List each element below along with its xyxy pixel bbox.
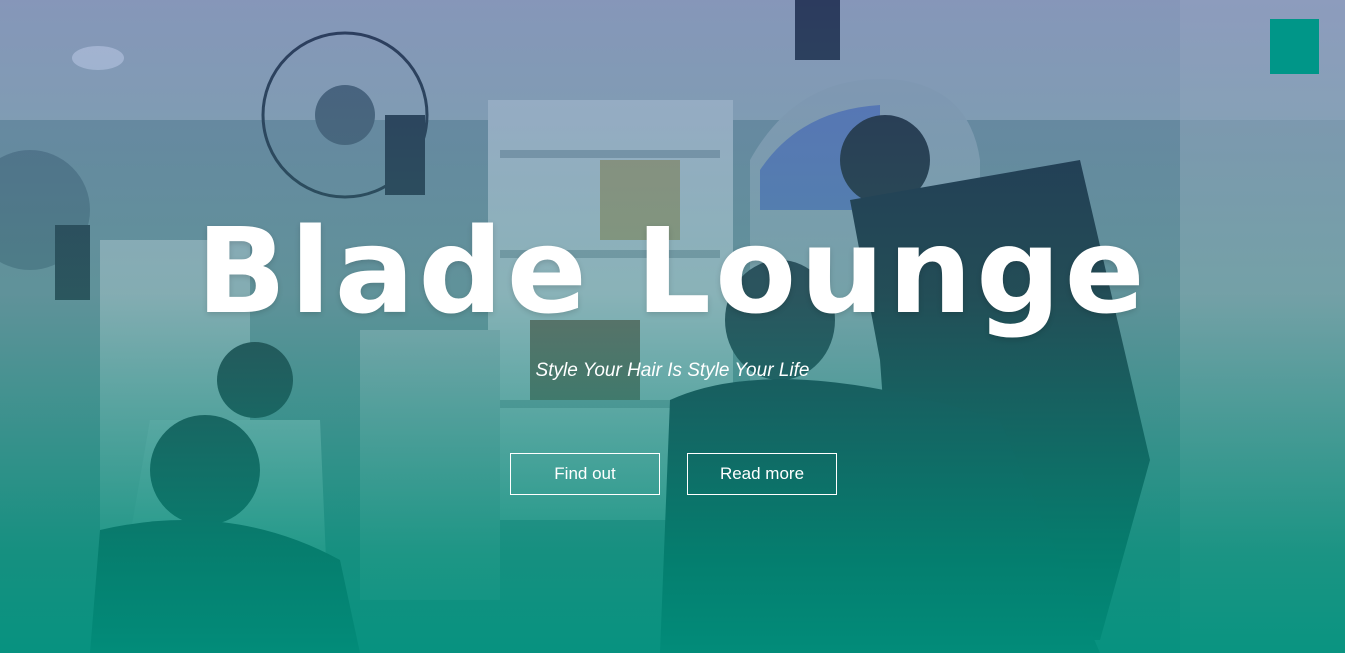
find-out-button[interactable]: Find out (510, 453, 660, 495)
read-more-button[interactable]: Read more (687, 453, 837, 495)
brand-title: Blade Lounge (196, 202, 1149, 340)
hero-tagline: Style Your Hair Is Style Your Life (535, 360, 810, 381)
hero-content: Blade Lounge Style Your Hair Is Style Yo… (0, 0, 1345, 653)
hero-section: Blade Lounge Style Your Hair Is Style Yo… (0, 0, 1345, 653)
